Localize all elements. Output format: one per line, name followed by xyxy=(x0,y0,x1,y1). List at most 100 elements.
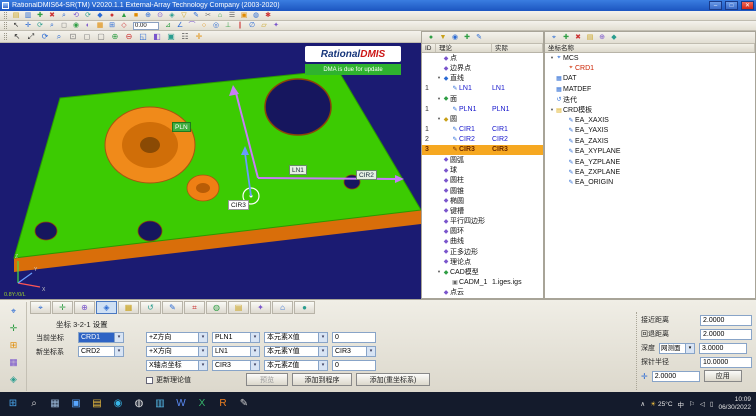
element-row[interactable]: 1 ✎ CIR1 CIR1 xyxy=(422,124,543,134)
toolbar-icon[interactable]: ∠ xyxy=(175,21,186,30)
toolbar-icon[interactable]: ⟲ xyxy=(71,11,82,20)
toolbar-grip[interactable] xyxy=(4,12,7,18)
file-explorer-icon[interactable]: ▤ xyxy=(89,396,105,412)
coordinate-row[interactable]: ✎ EA_YAXIS xyxy=(545,126,755,136)
element-row[interactable]: ▾ ◆ 圆 xyxy=(422,114,543,124)
coordinate-row[interactable]: ▾ ▤ CRD模板 xyxy=(545,105,755,115)
network-icon[interactable]: ⚐ xyxy=(689,400,695,408)
view-tool-icon[interactable]: ⊡ xyxy=(67,31,80,42)
setup-tab[interactable]: ✎ xyxy=(162,301,183,314)
excel-icon[interactable]: X xyxy=(194,396,210,412)
panel-tool-icon[interactable]: ▤ xyxy=(585,33,596,43)
toolbar-icon[interactable]: ✱ xyxy=(263,11,274,20)
tag-pln1[interactable]: PLN xyxy=(172,122,191,132)
toolbar-icon[interactable]: ⊿ xyxy=(163,21,174,30)
browser-icon[interactable]: ◍ xyxy=(131,396,147,412)
toolbar-icon[interactable]: ▣ xyxy=(239,11,250,20)
element-row[interactable]: ◆ 点云 xyxy=(422,287,543,297)
element-row[interactable]: ◆ 椭圆 xyxy=(422,196,543,206)
toolbar-icon[interactable]: ▽ xyxy=(179,11,190,20)
element-combo[interactable]: PLN1 xyxy=(212,332,260,343)
panel-tool-icon[interactable]: ◆ xyxy=(609,33,620,43)
direction-combo[interactable]: +X方向 xyxy=(146,346,208,357)
view-tool-icon[interactable]: ☷ xyxy=(179,31,192,42)
toolbar-icon[interactable]: ◎ xyxy=(211,21,222,30)
setup-tool-icon[interactable]: ◈ xyxy=(6,372,22,386)
depth-value[interactable]: 3.0000 xyxy=(699,343,747,354)
toolbar-icon[interactable]: ⌕ xyxy=(59,11,70,20)
tolerance-input[interactable] xyxy=(133,22,159,30)
weather-widget[interactable]: ☀ 25°C xyxy=(650,400,672,408)
coordinate-row[interactable]: ✎ EA_ORIGIN xyxy=(545,178,755,188)
update-theory-checkbox[interactable]: 更新理论值 xyxy=(146,375,191,385)
element-row[interactable]: ◆ 理论点 xyxy=(422,257,543,267)
toolbar-icon[interactable]: ∥ xyxy=(235,21,246,30)
element-row[interactable]: ▾ ◆ 面 xyxy=(422,94,543,104)
tag-ln1[interactable]: LN1 xyxy=(289,165,307,175)
apply-button[interactable]: 应用 xyxy=(704,370,742,382)
toolbar-icon[interactable]: ⟳ xyxy=(83,11,94,20)
toolbar-grip[interactable] xyxy=(4,33,7,41)
element-row[interactable]: ◆ 曲线 xyxy=(422,236,543,246)
element-row[interactable]: ◆ 圆环 xyxy=(422,226,543,236)
toolbar-icon[interactable]: ∅ xyxy=(247,21,258,30)
view-tool-icon[interactable]: ⌕ xyxy=(53,31,66,42)
task-view-icon[interactable]: ▦ xyxy=(47,396,63,412)
view-tool-icon[interactable]: ⤢ xyxy=(25,31,38,42)
element-row[interactable]: ◆ 平行四边形 xyxy=(422,216,543,226)
toolbar-icon[interactable]: ✚ xyxy=(35,11,46,20)
viewport-3d[interactable]: Z Y X RationalDMIS DMA is due for update… xyxy=(0,43,421,299)
panel-tool-icon[interactable]: ✖ xyxy=(573,33,584,43)
toolbar-icon[interactable]: ▲ xyxy=(119,11,130,20)
panel-tool-icon[interactable]: ⌖ xyxy=(549,33,560,43)
preview-button[interactable]: 预览 xyxy=(246,373,288,386)
approach-value[interactable]: 2.0000 xyxy=(700,315,752,326)
retract-value[interactable]: 2.0000 xyxy=(700,329,752,340)
add-to-program-button[interactable]: 添加到程序 xyxy=(292,373,352,386)
direction-combo[interactable]: +Z方向 xyxy=(146,332,208,343)
coordinate-row[interactable]: ✎ EA_YZPLANE xyxy=(545,157,755,167)
view-tool-icon[interactable]: ⊖ xyxy=(123,31,136,42)
element-row[interactable]: ◆ 正多边形 xyxy=(422,247,543,257)
depth-mode-combo[interactable]: 网测面 xyxy=(659,343,695,354)
value-field[interactable]: CIR3 xyxy=(332,346,376,357)
toolbar-icon[interactable]: ⊞ xyxy=(107,21,118,30)
column-id[interactable]: ID xyxy=(422,44,436,52)
column-theory[interactable]: 理论 xyxy=(436,44,492,52)
add-recoordinate-button[interactable]: 添加(重坐标系) xyxy=(356,373,430,386)
toolbar-icon[interactable]: ⊙ xyxy=(155,11,166,20)
battery-icon[interactable]: ▯ xyxy=(710,400,714,408)
toolbar-icon[interactable]: ▱ xyxy=(259,21,270,30)
panel-tool-icon[interactable]: ✚ xyxy=(462,33,473,43)
panel-tool-icon[interactable]: ✚ xyxy=(561,33,572,43)
toolbar-icon[interactable]: ◻ xyxy=(59,21,70,30)
coordinate-row[interactable]: ✎ EA_XYPLANE xyxy=(545,147,755,157)
setup-tab[interactable]: ↺ xyxy=(140,301,161,314)
toolbar-icon[interactable]: ◆ xyxy=(95,11,106,20)
setup-tab[interactable]: ▤ xyxy=(228,301,249,314)
minimize-button[interactable]: – xyxy=(709,1,722,10)
element-row[interactable]: 3 ✎ CIR3 CIR3 xyxy=(422,145,543,155)
coordinate-row[interactable]: ▦ DAT xyxy=(545,74,755,84)
element-row[interactable]: 1 ✎ LN1 LN1 xyxy=(422,84,543,94)
panel-tool-icon[interactable]: ◉ xyxy=(450,33,461,43)
toolbar-icon[interactable]: ✦ xyxy=(271,21,282,30)
view-tool-icon[interactable]: ✛ xyxy=(193,31,206,42)
toolbar-icon[interactable]: ⌒ xyxy=(187,21,198,30)
probe-tip-value[interactable]: 2.0000 xyxy=(652,371,700,382)
element-combo[interactable]: CIR3 xyxy=(212,360,260,371)
setup-tab[interactable]: ⊕ xyxy=(74,301,95,314)
element-row[interactable]: ◆ 圆弧 xyxy=(422,155,543,165)
setup-tab[interactable]: ✛ xyxy=(52,301,73,314)
current-coord-combo[interactable]: CRD1 xyxy=(78,332,124,343)
direction-combo[interactable]: X轴点坐标 xyxy=(146,360,208,371)
view-tool-icon[interactable]: ▣ xyxy=(165,31,178,42)
toolbar-icon[interactable]: ✂ xyxy=(203,11,214,20)
close-button[interactable]: ✕ xyxy=(741,1,754,10)
view-tool-icon[interactable]: ◻ xyxy=(81,31,94,42)
store-icon[interactable]: ▥ xyxy=(152,396,168,412)
panel-tool-icon[interactable]: ✎ xyxy=(474,33,485,43)
ime-language-indicator[interactable]: 中 xyxy=(678,399,685,409)
new-coord-combo[interactable]: CRD2 xyxy=(78,346,124,357)
setup-tool-icon[interactable]: ⌖ xyxy=(6,304,22,318)
